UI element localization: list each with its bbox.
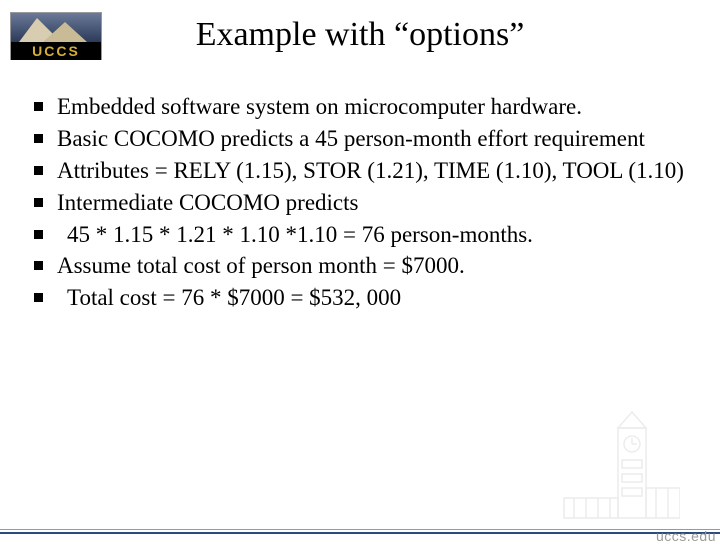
list-item: Attributes = RELY (1.15), STOR (1.21), T… [34,156,700,186]
bullet-icon [34,166,43,175]
list-item-text: Basic COCOMO predicts a 45 person-month … [57,124,645,154]
list-item-text: Assume total cost of person month = $700… [57,251,465,281]
slide-title: Example with “options” [0,16,720,54]
bullet-icon [34,198,43,207]
bullet-icon [34,293,43,302]
bullet-list: Embedded software system on microcompute… [34,92,700,315]
list-item: Embedded software system on microcompute… [34,92,700,122]
list-item-text: Embedded software system on microcompute… [57,92,582,122]
footer-url: uccs.edu [656,528,716,544]
list-item: Basic COCOMO predicts a 45 person-month … [34,124,700,154]
list-item-text: Intermediate COCOMO predicts [57,188,358,218]
list-item: Assume total cost of person month = $700… [34,251,700,281]
list-item-text: Total cost = 76 * $7000 = $532, 000 [57,283,401,313]
slide-footer: uccs.edu [0,472,720,540]
list-item: Intermediate COCOMO predicts [34,188,700,218]
footer-divider-blue [0,532,720,534]
bullet-icon [34,134,43,143]
bullet-icon [34,230,43,239]
list-item: Total cost = 76 * $7000 = $532, 000 [34,283,700,313]
list-item: 45 * 1.15 * 1.21 * 1.10 *1.10 = 76 perso… [34,220,700,250]
bullet-icon [34,102,43,111]
list-item-text: Attributes = RELY (1.15), STOR (1.21), T… [57,156,684,186]
footer-divider-gold [0,529,720,530]
list-item-text: 45 * 1.15 * 1.21 * 1.10 *1.10 = 76 perso… [57,220,533,250]
bullet-icon [34,261,43,270]
